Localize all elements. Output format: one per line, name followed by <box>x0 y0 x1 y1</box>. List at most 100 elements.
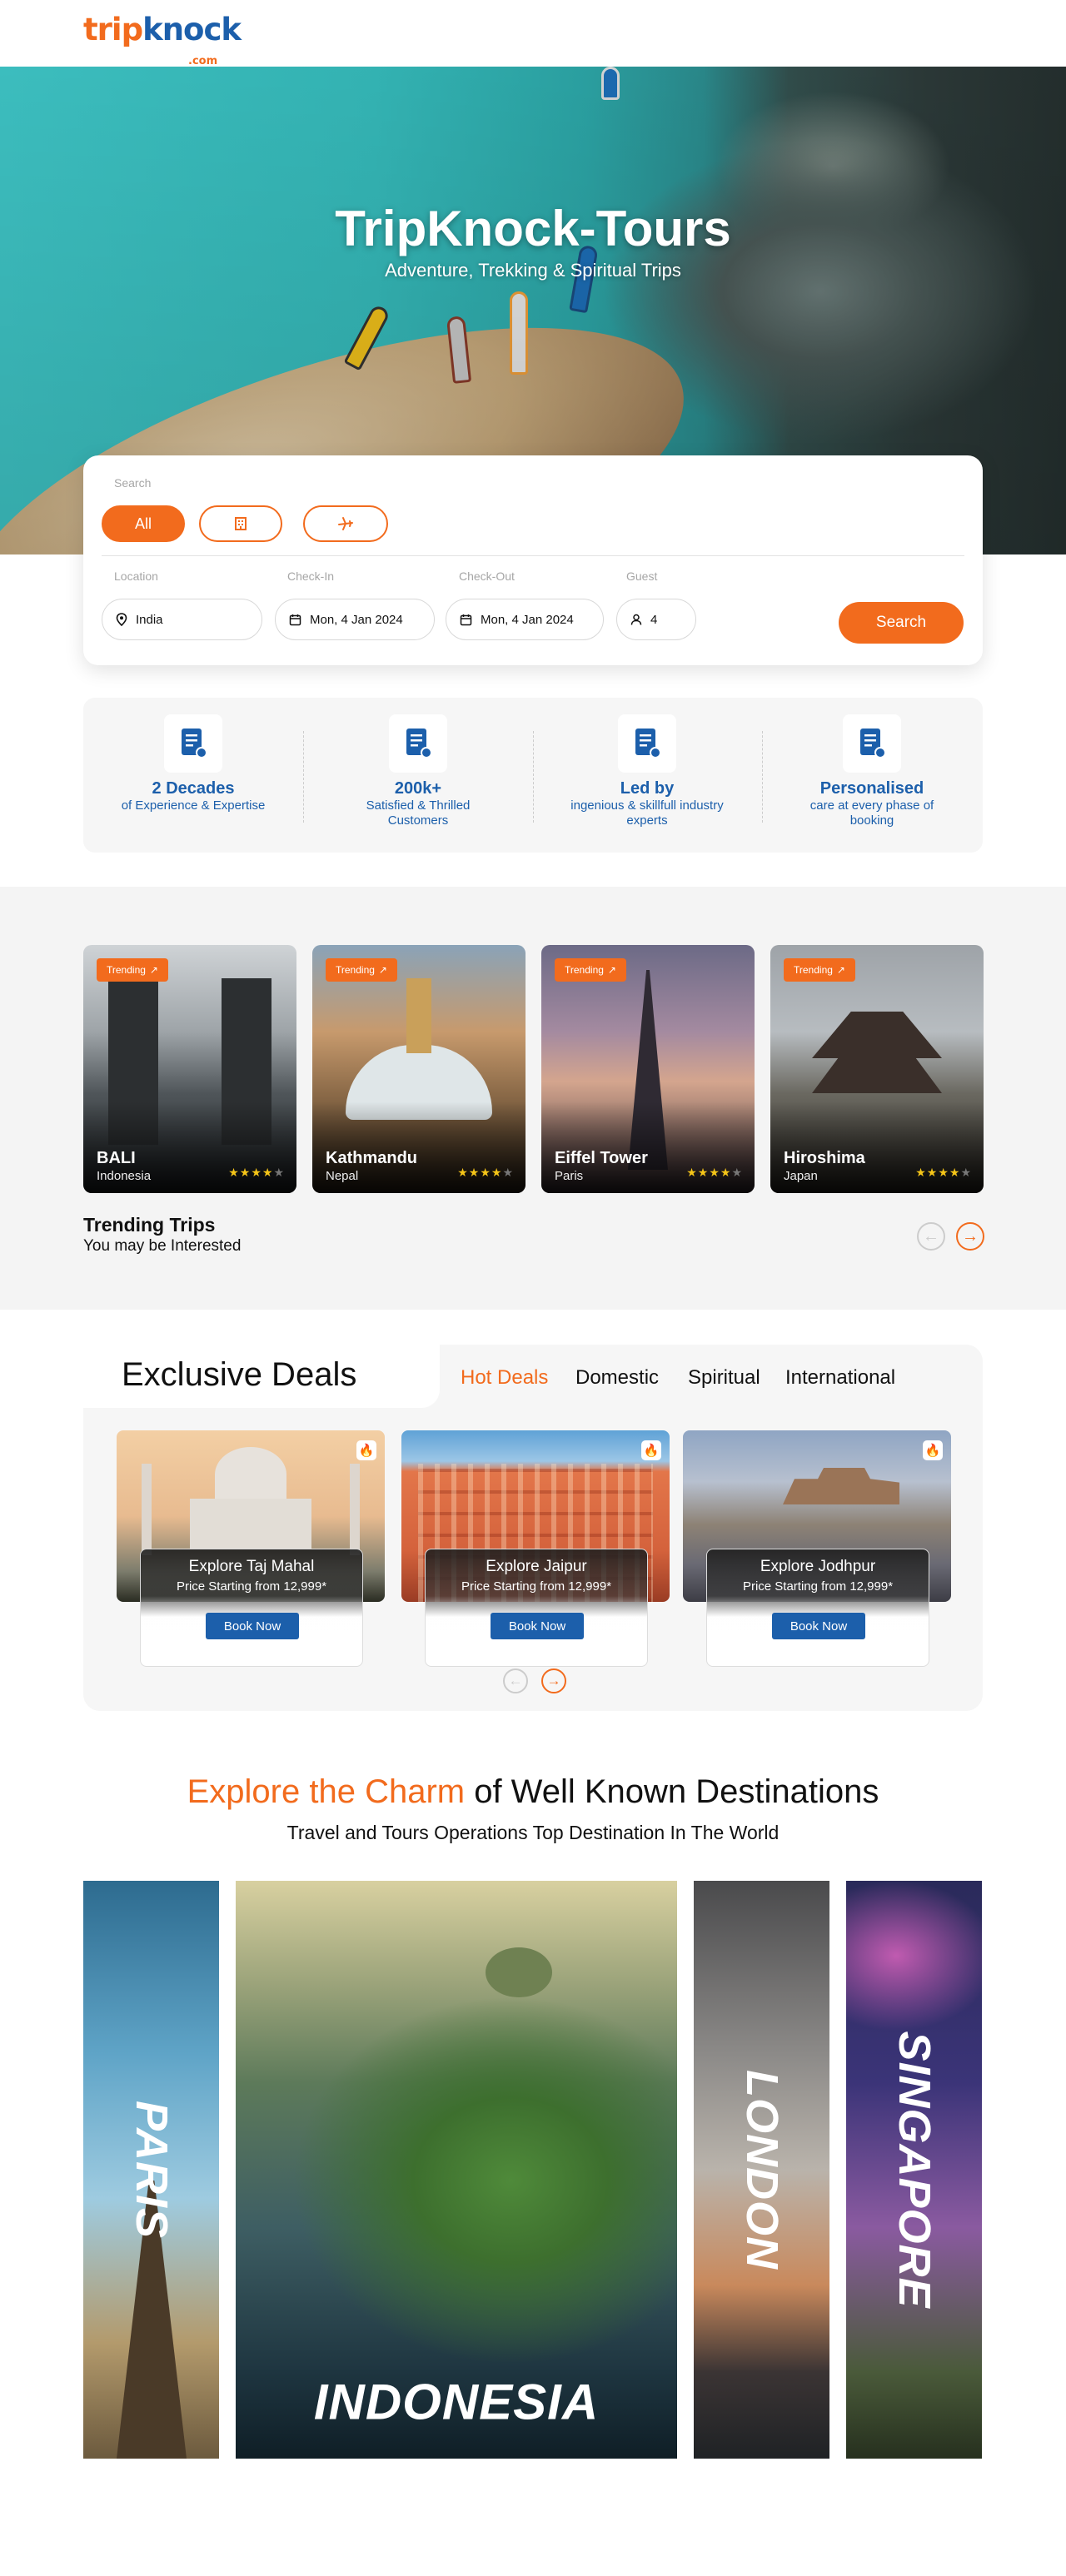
location-pin-icon <box>116 613 127 626</box>
trending-badge: Trending ↗ <box>326 958 397 982</box>
deal-card: 🔥 Explore Jodhpur Price Starting from 12… <box>683 1430 951 1667</box>
hero-title: TripKnock-Tours <box>335 201 731 256</box>
tab-flights[interactable] <box>303 505 388 542</box>
trending-badge: Trending ↗ <box>97 958 168 982</box>
arrow-right-icon: → <box>962 1226 979 1246</box>
guest-value: 4 <box>650 612 658 627</box>
deal-card: 🔥 Explore Taj Mahal Price Starting from … <box>117 1430 385 1667</box>
tab-international[interactable]: International <box>785 1366 895 1390</box>
person-icon <box>630 614 642 625</box>
deals-prev-button[interactable]: ← <box>503 1668 528 1693</box>
trend-arrow-icon: ↗ <box>836 964 845 976</box>
arrow-left-icon: ← <box>923 1226 939 1246</box>
tab-hotels[interactable] <box>199 505 282 542</box>
tab-domestic[interactable]: Domestic <box>575 1366 659 1390</box>
feature-item: 200k+ Satisfied & Thrilled Customers <box>335 714 501 828</box>
destination-card-singapore[interactable]: SINGAPORE <box>846 1881 982 2459</box>
minaret-image <box>350 1464 360 1555</box>
certificate-icon <box>389 714 447 773</box>
book-now-button[interactable]: Book Now <box>206 1613 299 1639</box>
feature-desc: ingenious & skillfull industry experts <box>570 798 724 828</box>
trending-badge: Trending ↗ <box>784 958 855 982</box>
checkin-label: Check-In <box>287 569 335 583</box>
deals-next-button[interactable]: → <box>541 1668 566 1693</box>
card-title: BALI <box>97 1149 136 1167</box>
trending-badge-label: Trending <box>107 964 146 976</box>
tab-all-label: All <box>134 515 152 532</box>
destination-card-indonesia[interactable]: INDONESIA <box>236 1881 677 2459</box>
card-location: Nepal <box>326 1169 359 1183</box>
trending-card-bali[interactable]: Trending ↗ BALI Indonesia ★★★★★ <box>83 945 296 1193</box>
trending-card-hiroshima[interactable]: Trending ↗ Hiroshima Japan ★★★★★ <box>770 945 984 1193</box>
trending-badge-label: Trending <box>794 964 833 976</box>
dome-image <box>215 1447 286 1502</box>
deals-title-box: Exclusive Deals <box>83 1345 440 1408</box>
trending-subheading: You may be Interested <box>83 1237 242 1255</box>
divider <box>102 555 964 556</box>
header: tripknock .com <box>0 0 1066 67</box>
minaret-image <box>142 1464 152 1555</box>
rating-stars: ★★★★★ <box>915 1166 972 1179</box>
feature-desc: Satisfied & Thrilled Customers <box>366 798 471 828</box>
stupa-spire-image <box>406 978 431 1053</box>
prev-arrow-button[interactable]: ← <box>917 1222 945 1251</box>
deal-price: Price Starting from 12,999* <box>461 1579 612 1594</box>
mausoleum-image <box>190 1499 311 1549</box>
deal-title: Explore Jaipur <box>486 1558 587 1575</box>
checkout-label: Check-Out <box>459 569 515 583</box>
feature-title: 2 Decades <box>152 779 235 798</box>
divider <box>762 731 763 823</box>
fort-image <box>783 1468 899 1504</box>
certificate-icon <box>618 714 676 773</box>
tripknock-logo[interactable]: tripknock .com <box>83 12 242 67</box>
feature-item: 2 Decades of Experience & Expertise <box>110 714 276 813</box>
destination-label: PARIS <box>126 2100 177 2240</box>
destination-label: LONDON <box>736 2070 787 2270</box>
logo-text-trip: trip <box>83 12 143 47</box>
logo-text-knock: knock <box>142 12 242 47</box>
search-label: Search <box>114 476 152 490</box>
book-now-button[interactable]: Book Now <box>491 1613 584 1639</box>
checkin-field[interactable]: Mon, 4 Jan 2024 <box>275 599 435 640</box>
trending-card-kathmandu[interactable]: Trending ↗ Kathmandu Nepal ★★★★★ <box>312 945 526 1193</box>
location-value: India <box>136 612 163 627</box>
feature-desc: of Experience & Expertise <box>121 798 266 813</box>
trending-badge-label: Trending <box>336 964 375 976</box>
feature-desc: care at every phase of booking <box>809 798 934 828</box>
rating-stars: ★★★★★ <box>228 1166 285 1179</box>
explore-subtitle: Travel and Tours Operations Top Destinat… <box>286 1822 780 1843</box>
trending-badge: Trending ↗ <box>555 958 626 982</box>
trend-arrow-icon: ↗ <box>607 964 616 976</box>
calendar-icon <box>460 614 472 625</box>
tab-hot-deals[interactable]: Hot Deals <box>461 1366 548 1390</box>
exclusive-deals-section: Exclusive Deals Hot Deals Domestic Spiri… <box>83 1345 983 1711</box>
flame-icon: 🔥 <box>641 1440 661 1460</box>
destination-card-paris[interactable]: PARIS <box>83 1881 219 2459</box>
search-button[interactable]: Search <box>839 602 964 644</box>
location-field[interactable]: India <box>102 599 262 640</box>
tab-spiritual[interactable]: Spiritual <box>688 1366 760 1390</box>
deal-info: Explore Jaipur Price Starting from 12,99… <box>425 1549 648 1667</box>
destination-card-london[interactable]: LONDON <box>694 1881 829 2459</box>
trend-arrow-icon: ↗ <box>378 964 387 976</box>
trend-arrow-icon: ↗ <box>149 964 158 976</box>
deal-card: 🔥 Explore Jaipur Price Starting from 12,… <box>401 1430 670 1667</box>
deals-title: Exclusive Deals <box>122 1356 357 1393</box>
trending-card-eiffel-tower[interactable]: Trending ↗ Eiffel Tower Paris ★★★★★ <box>541 945 755 1193</box>
feature-item: Personalised care at every phase of book… <box>789 714 955 828</box>
checkout-field[interactable]: Mon, 4 Jan 2024 <box>446 599 604 640</box>
location-label: Location <box>114 569 158 583</box>
deal-price: Price Starting from 12,999* <box>742 1579 894 1594</box>
card-location: Japan <box>784 1169 818 1183</box>
tab-all[interactable]: All <box>102 505 185 542</box>
deal-info: Explore Jodhpur Price Starting from 12,9… <box>706 1549 929 1667</box>
guest-field[interactable]: 4 <box>616 599 696 640</box>
deal-info: Explore Taj Mahal Price Starting from 12… <box>140 1549 363 1667</box>
card-location: Indonesia <box>97 1169 152 1183</box>
feature-title: 200k+ <box>394 779 442 798</box>
certificate-icon <box>164 714 222 773</box>
explore-title-rest: of Well Known Destinations <box>465 1773 879 1810</box>
next-arrow-button[interactable]: → <box>956 1222 984 1251</box>
book-now-button[interactable]: Book Now <box>772 1613 865 1639</box>
certificate-icon <box>843 714 901 773</box>
